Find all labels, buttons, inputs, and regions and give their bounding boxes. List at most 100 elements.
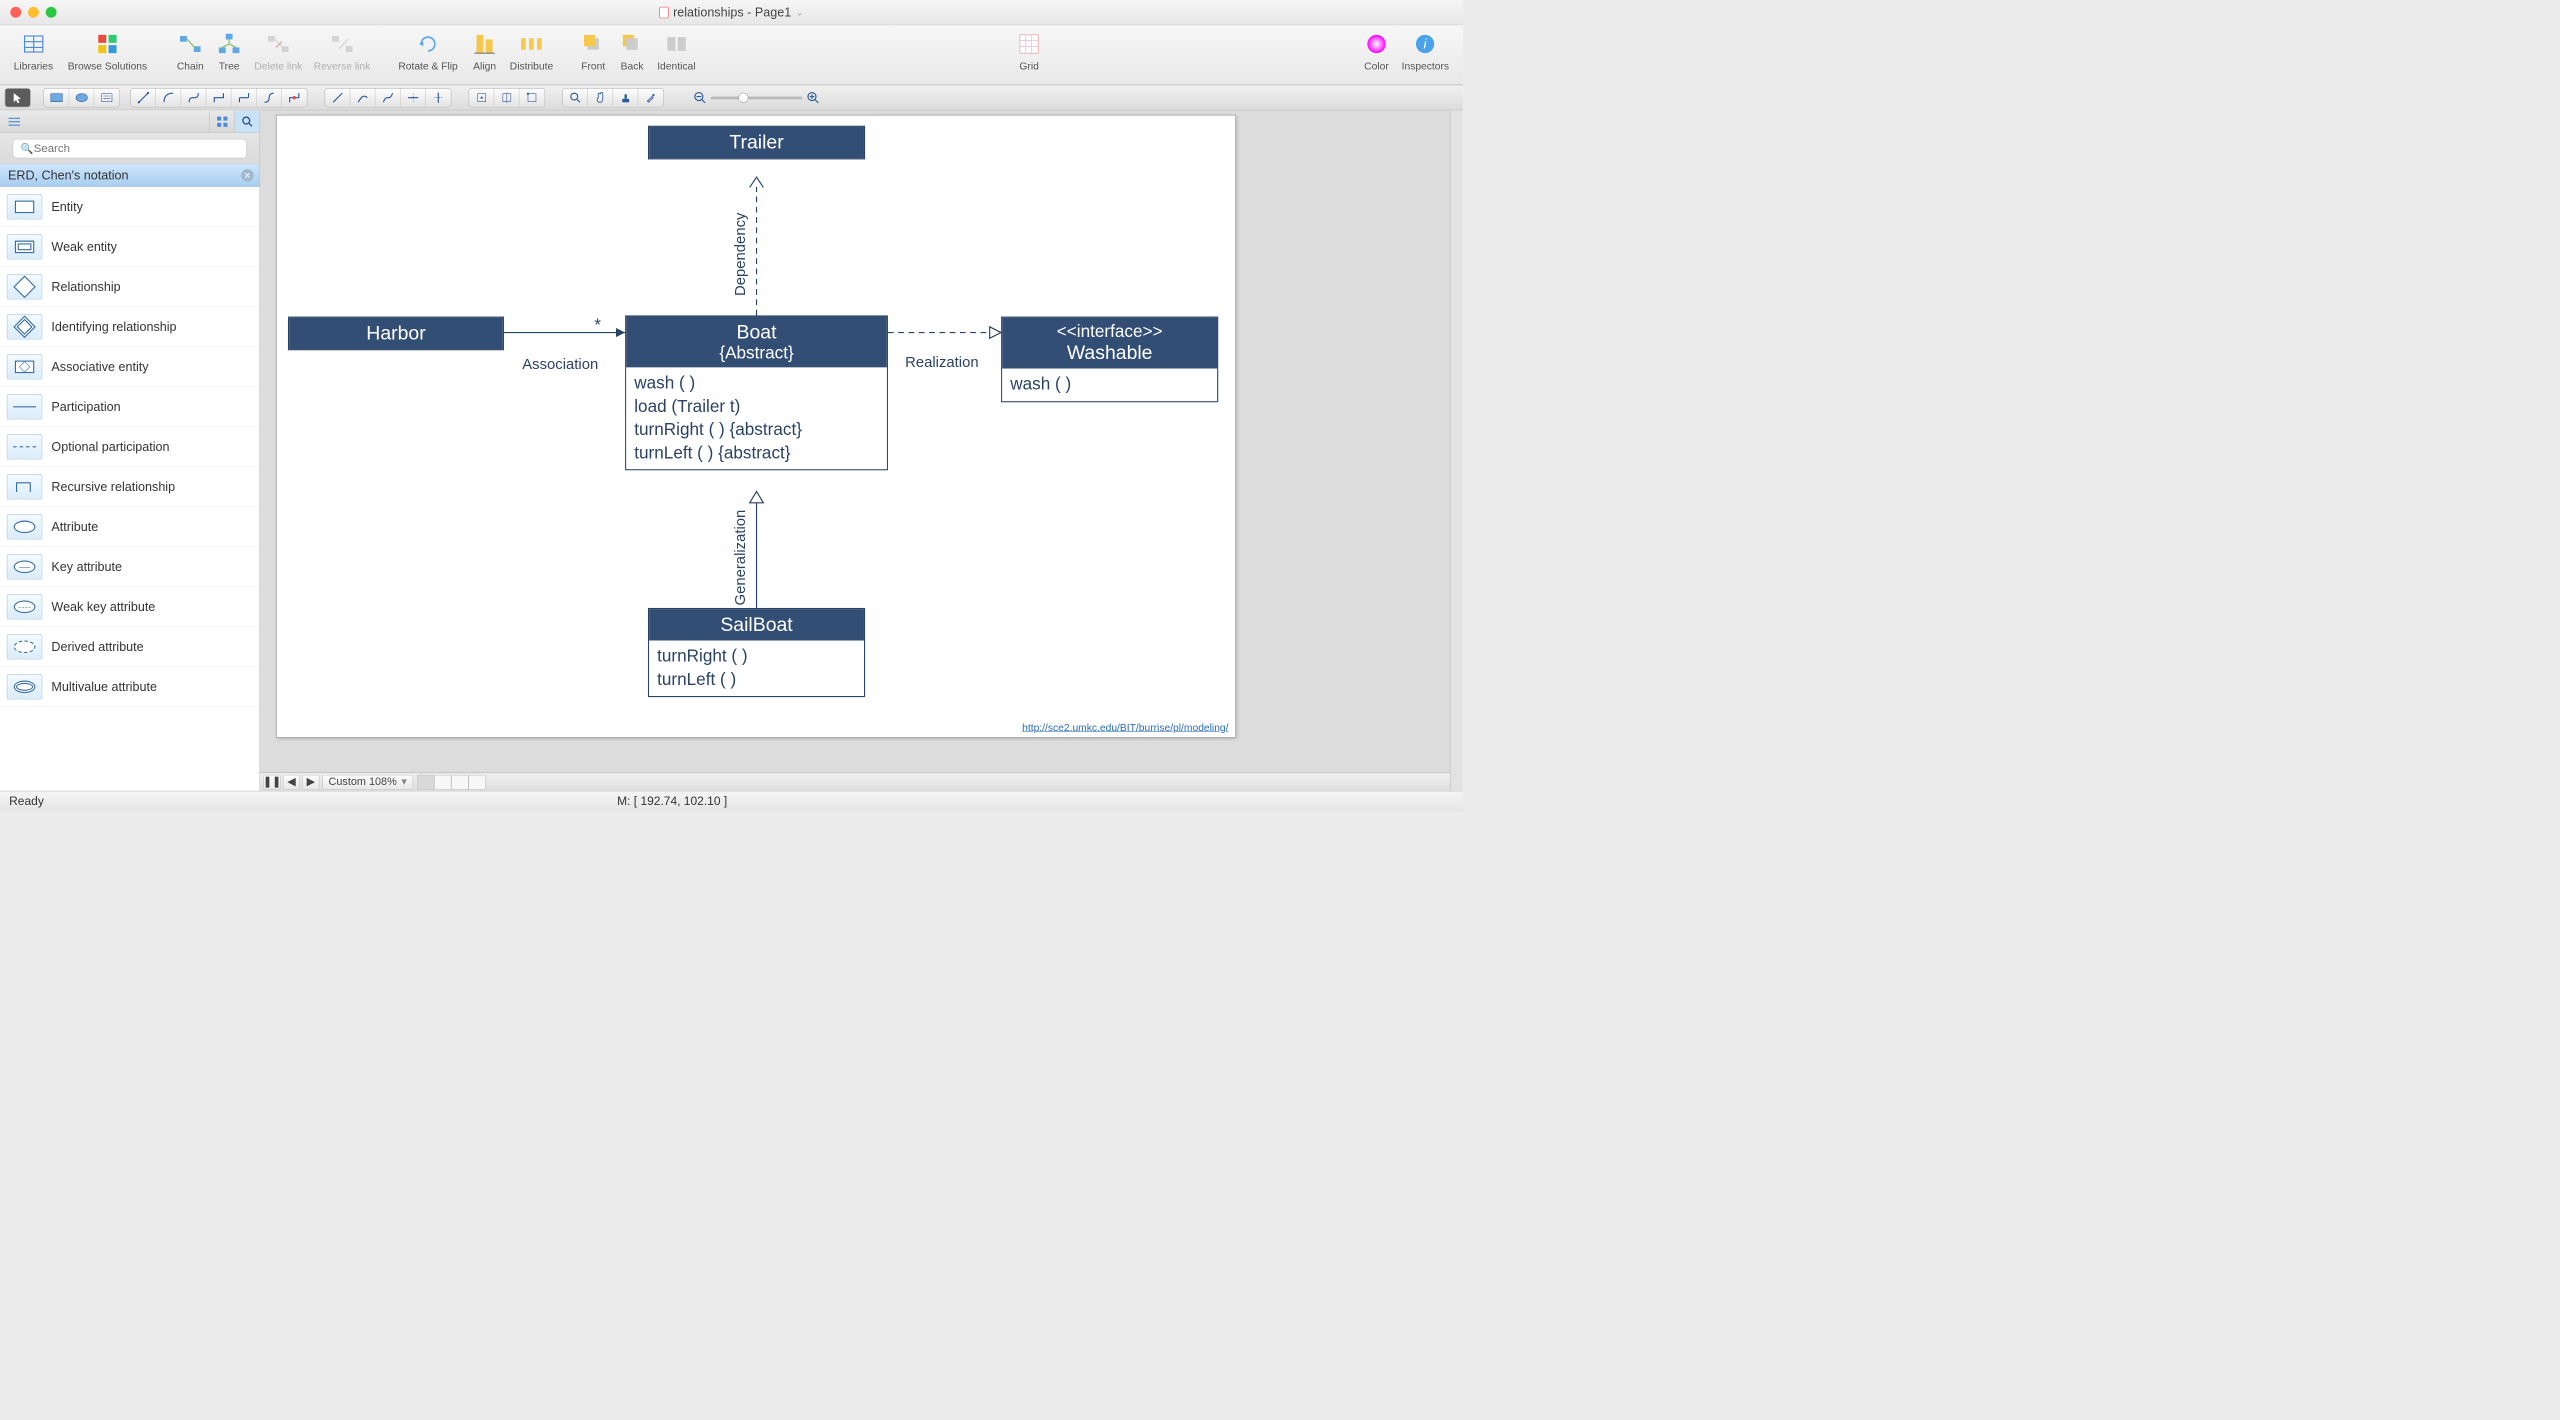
browse-solutions-button[interactable]: Browse Solutions [59, 29, 156, 85]
zoom-tool[interactable] [563, 89, 588, 107]
close-section-icon[interactable]: ✕ [241, 169, 254, 182]
association-label: Association [522, 355, 598, 373]
page-tab-1[interactable] [417, 775, 434, 790]
shape-key-attribute[interactable]: Key attribute [0, 547, 259, 587]
washable-stereotype: <<interface>> [1008, 322, 1211, 341]
connector-break-tool[interactable] [282, 89, 307, 107]
shape-entity[interactable]: Entity [0, 187, 259, 227]
shape-recursive-relationship[interactable]: Recursive relationship [0, 467, 259, 507]
identical-button[interactable]: Identical [651, 29, 701, 85]
connector-direct-tool[interactable] [131, 89, 156, 107]
pause-icon[interactable]: ❚❚ [263, 775, 280, 790]
uml-class-trailer[interactable]: Trailer [648, 126, 865, 160]
shape-relationship[interactable]: Relationship [0, 267, 259, 307]
zoom-out-icon[interactable] [694, 91, 707, 104]
shape-optional-participation[interactable]: Optional participation [0, 427, 259, 467]
pan-tool[interactable] [588, 89, 613, 107]
footer-link[interactable]: http://sce2.umkc.edu/BIT/burrise/pl/mode… [1022, 722, 1228, 734]
pointer-tool[interactable] [5, 89, 30, 107]
connector-bezier-tool[interactable] [181, 89, 206, 107]
align-button[interactable]: Align [465, 29, 504, 85]
curve-tool[interactable] [350, 89, 375, 107]
harbor-title: Harbor [289, 318, 503, 349]
uml-class-sailboat[interactable]: SailBoat turnRight ( ) turnLeft ( ) [648, 608, 865, 697]
back-button[interactable]: Back [613, 29, 652, 85]
ellipse-tool[interactable] [69, 89, 94, 107]
rotate-flip-button[interactable]: Rotate & Flip [391, 29, 465, 85]
chevron-down-icon: ⌄ [796, 7, 804, 18]
front-button[interactable]: Front [574, 29, 613, 85]
inspectors-button[interactable]: i Inspectors [1396, 29, 1455, 85]
shape-weak-entity[interactable]: Weak entity [0, 227, 259, 267]
washable-header: <<interface>> Washable [1002, 318, 1217, 369]
vguide-tool[interactable] [426, 89, 451, 107]
color-button[interactable]: Color [1357, 29, 1396, 85]
uml-interface-washable[interactable]: <<interface>> Washable wash ( ) [1001, 317, 1218, 402]
snap-edge-tool[interactable] [494, 89, 519, 107]
sidebar-section-title: ERD, Chen's notation [8, 168, 128, 183]
zoom-slider-track[interactable] [711, 96, 802, 99]
main-toolbar: Libraries Browse Solutions Chain Tree De… [0, 25, 1463, 85]
diagram-canvas[interactable]: Trailer Harbor Boat {Abstract} wash ( ) [276, 115, 1236, 738]
uml-class-boat[interactable]: Boat {Abstract} wash ( ) load (Trailer t… [625, 315, 888, 470]
uml-class-harbor[interactable]: Harbor [288, 317, 504, 351]
dependency-label: Dependency [731, 213, 749, 296]
shape-associative-entity[interactable]: Associative entity [0, 347, 259, 387]
line-tool[interactable] [325, 89, 350, 107]
shape-participation[interactable]: Participation [0, 387, 259, 427]
shape-attribute[interactable]: Attribute [0, 507, 259, 547]
sidebar-search-input[interactable] [13, 139, 247, 158]
page-tab-3[interactable] [451, 775, 468, 790]
status-ready: Ready [9, 795, 44, 809]
stamp-tool[interactable] [613, 89, 638, 107]
rect-tool[interactable] [44, 89, 69, 107]
right-scrollbar[interactable] [1450, 110, 1463, 791]
zoom-slider-thumb[interactable] [738, 92, 748, 102]
connector-round-tool[interactable] [231, 89, 256, 107]
trailer-title: Trailer [649, 127, 864, 158]
realization-label: Realization [905, 353, 979, 371]
libraries-button[interactable]: Libraries [8, 29, 59, 85]
sidebar-section-header[interactable]: ERD, Chen's notation ✕ [0, 164, 259, 187]
hguide-tool[interactable] [401, 89, 426, 107]
zoom-in-icon[interactable] [807, 91, 820, 104]
snap-node-tool[interactable] [469, 89, 494, 107]
delete-link-button[interactable]: Delete link [249, 29, 308, 85]
shape-derived-attribute[interactable]: Derived attribute [0, 627, 259, 667]
close-window-icon[interactable] [10, 7, 21, 18]
grid-button[interactable]: Grid [1010, 29, 1049, 85]
eyedropper-tool[interactable] [638, 89, 663, 107]
sidebar-toggle-icon[interactable] [0, 116, 29, 126]
page-tab-4[interactable] [468, 775, 485, 790]
window-title[interactable]: relationships - Page1 ⌄ [659, 5, 803, 20]
window-controls [0, 7, 57, 18]
connector-arc-tool[interactable] [156, 89, 181, 107]
shape-identifying-relationship[interactable]: Identifying relationship [0, 307, 259, 347]
tree-button[interactable]: Tree [210, 29, 249, 85]
connector-smart-tool[interactable] [206, 89, 231, 107]
canvas-scroll[interactable]: Trailer Harbor Boat {Abstract} wash ( ) [260, 110, 1450, 772]
sidebar-view-grid-icon[interactable] [209, 111, 234, 133]
zoom-slider[interactable] [694, 91, 820, 104]
text-tool[interactable] [94, 89, 119, 107]
shape-weak-key-attribute[interactable]: Weak key attribute [0, 587, 259, 627]
boat-operations: wash ( ) load (Trailer t) turnRight ( ) … [626, 367, 887, 469]
window-title-text: relationships - Page1 [673, 5, 791, 20]
spline-tool[interactable] [375, 89, 400, 107]
prev-page-icon[interactable]: ◀ [283, 775, 300, 790]
sidebar-search-mode-icon[interactable] [234, 111, 259, 133]
sidebar: 🔍 ERD, Chen's notation ✕ Entity Weak ent… [0, 110, 260, 791]
distribute-button[interactable]: Distribute [504, 29, 559, 85]
chain-button[interactable]: Chain [171, 29, 210, 85]
shape-multivalue-attribute[interactable]: Multivalue attribute [0, 667, 259, 707]
maximize-window-icon[interactable] [46, 7, 57, 18]
snap-corner-tool[interactable] [519, 89, 544, 107]
page-tab-2[interactable] [434, 775, 451, 790]
next-page-icon[interactable]: ▶ [302, 775, 319, 790]
reverse-link-button[interactable]: Reverse link [308, 29, 376, 85]
connector-spline-tool[interactable] [257, 89, 282, 107]
status-bar: Ready M: [ 192.74, 102.10 ] [0, 791, 1463, 812]
minimize-window-icon[interactable] [28, 7, 39, 18]
sidebar-shape-list: Entity Weak entity Relationship Identify… [0, 187, 259, 791]
zoom-combo[interactable]: Custom 108%▾ [322, 775, 413, 790]
